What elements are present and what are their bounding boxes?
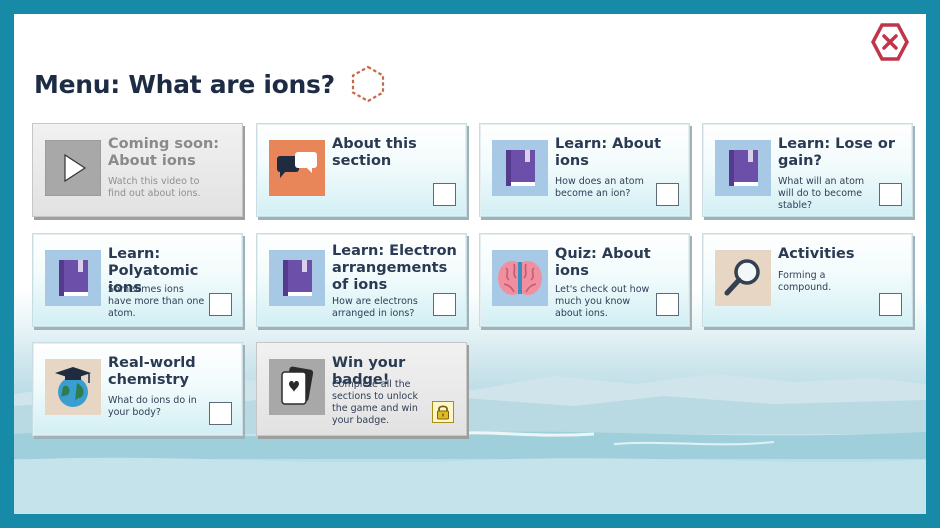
tile-learn-lose-or-gain[interactable]: Learn: Lose or gain? What will an atom w… bbox=[702, 123, 913, 217]
completion-checkbox[interactable] bbox=[879, 293, 902, 316]
tile-learn-polyatomic-ions[interactable]: Learn: Polyatomic ions Sometimes ions ha… bbox=[32, 233, 243, 327]
speech-bubbles-icon bbox=[269, 140, 325, 196]
page-title: Menu: What are ions? bbox=[34, 69, 335, 99]
tile-description: Let's check out how much you know about … bbox=[555, 284, 650, 319]
completion-checkbox[interactable] bbox=[209, 293, 232, 316]
menu-screen: Menu: What are ions? Coming soon: About … bbox=[14, 14, 926, 514]
tile-title: About this section bbox=[332, 136, 417, 169]
hexagon-badge-icon bbox=[351, 65, 384, 103]
cards-heart-icon bbox=[269, 359, 325, 415]
tile-learn-about-ions[interactable]: Learn: About ions How does an atom becom… bbox=[479, 123, 690, 217]
brain-icon bbox=[492, 250, 548, 306]
tile-description: How does an atom become an ion? bbox=[555, 176, 644, 199]
tile-title: Coming soon: About ions bbox=[108, 136, 220, 169]
tile-title: Real-world chemistry bbox=[108, 355, 196, 388]
completion-checkbox[interactable] bbox=[433, 183, 456, 206]
book-icon bbox=[715, 140, 771, 196]
tile-title: Learn: Electron arrangements of ions bbox=[332, 243, 457, 293]
completion-checkbox[interactable] bbox=[656, 183, 679, 206]
tile-description: Sometimes ions have more than one atom. bbox=[108, 284, 205, 319]
tile-quiz-about-ions[interactable]: Quiz: About ions Let's check out how muc… bbox=[479, 233, 690, 327]
tile-description: How are electrons arranged in ions? bbox=[332, 296, 418, 319]
tile-activities[interactable]: Activities Forming a compound. bbox=[702, 233, 913, 327]
tile-title: Activities bbox=[778, 246, 855, 262]
completion-checkbox[interactable] bbox=[209, 402, 232, 425]
tile-learn-electron-arrangements[interactable]: Learn: Electron arrangements of ions How… bbox=[256, 233, 467, 327]
title-row: Menu: What are ions? bbox=[34, 64, 387, 104]
tile-description: What will an atom will do to become stab… bbox=[778, 176, 865, 211]
tile-description: Watch this video to find out about ions. bbox=[108, 176, 201, 199]
completion-checkbox[interactable] bbox=[433, 293, 456, 316]
tile-real-world-chemistry[interactable]: Real-world chemistry What do ions do in … bbox=[32, 342, 243, 436]
tile-title: Learn: Lose or gain? bbox=[778, 136, 896, 169]
tile-title: Learn: About ions bbox=[555, 136, 661, 169]
tile-description: Forming a compound. bbox=[778, 270, 832, 293]
lock-icon bbox=[432, 401, 454, 423]
tile-about-this-section[interactable]: About this section bbox=[256, 123, 467, 217]
tile-title: Quiz: About ions bbox=[555, 246, 651, 279]
book-icon bbox=[492, 140, 548, 196]
completion-checkbox[interactable] bbox=[656, 293, 679, 316]
play-icon bbox=[45, 140, 101, 196]
close-icon[interactable] bbox=[870, 22, 910, 62]
tile-win-your-badge[interactable]: Win your badge! Complete all the section… bbox=[256, 342, 467, 436]
completion-checkbox[interactable] bbox=[879, 183, 902, 206]
magnifier-icon bbox=[715, 250, 771, 306]
tile-coming-soon-video[interactable]: Coming soon: About ions Watch this video… bbox=[32, 123, 243, 217]
book-icon bbox=[45, 250, 101, 306]
tile-description: What do ions do in your body? bbox=[108, 395, 197, 418]
tile-description: Complete all the sections to unlock the … bbox=[332, 379, 418, 426]
book-icon bbox=[269, 250, 325, 306]
globe-graduation-icon bbox=[45, 359, 101, 415]
